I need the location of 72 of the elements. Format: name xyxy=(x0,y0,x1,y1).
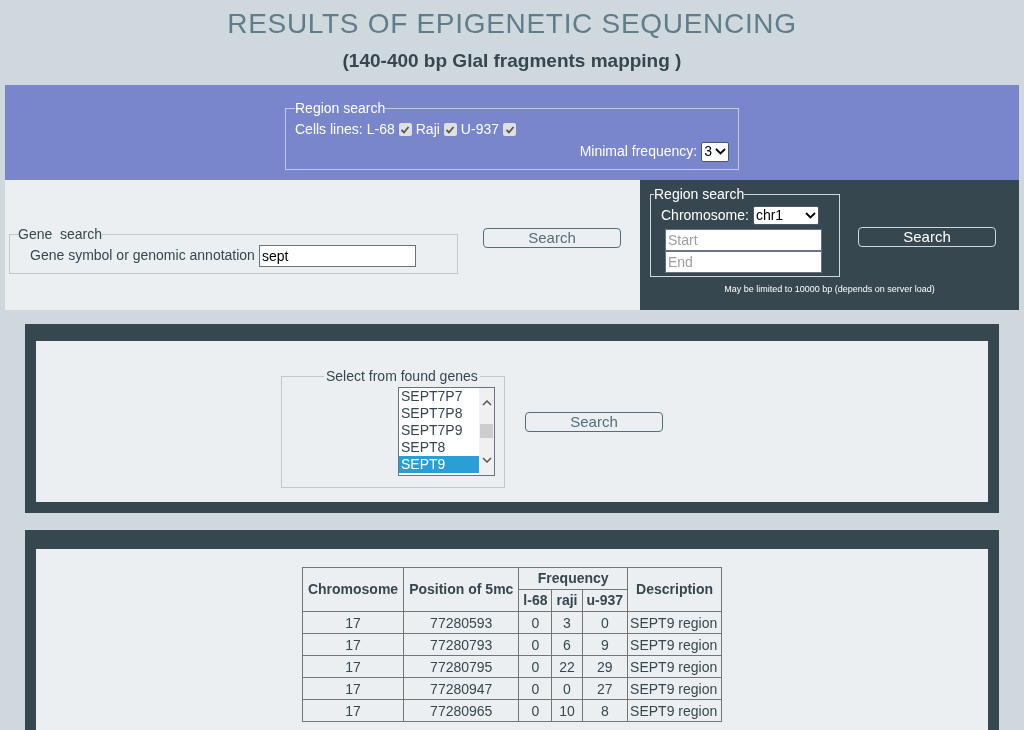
scroll-down-icon[interactable] xyxy=(481,456,492,463)
page-title: RESULTS OF EPIGENETIC SEQUENCING xyxy=(226,7,798,41)
group-legend: Gene search xyxy=(18,223,103,245)
checkbox[interactable] xyxy=(443,123,457,137)
gene-option[interactable]: SEPT7P9 xyxy=(399,421,479,439)
table-cell: 17 xyxy=(302,611,404,634)
table-cell: 77280947 xyxy=(403,677,519,700)
table-cell: 6 xyxy=(552,633,582,656)
cell-line-label: U-937 xyxy=(460,120,499,140)
table-cell: 0 xyxy=(518,611,552,634)
page-subtitle: (140-400 bp GlaI fragments mapping ) xyxy=(341,49,683,73)
table-cell: 8 xyxy=(582,699,628,722)
column-header: l-68 xyxy=(518,589,552,612)
search-button[interactable]: Search xyxy=(525,411,663,432)
table-cell: 0 xyxy=(518,677,552,700)
table-cell: 17 xyxy=(302,677,404,700)
field-label: Chromosome: xyxy=(661,205,749,225)
table-cell: 0 xyxy=(552,677,582,700)
column-header: Chromosome xyxy=(302,567,404,612)
table-cell: 17 xyxy=(302,699,404,722)
chromosome-select[interactable]: chr1 xyxy=(752,205,819,225)
scroll-up-icon[interactable] xyxy=(481,399,492,406)
search-button[interactable]: Search xyxy=(858,226,996,247)
gene-listbox[interactable]: SEPT7P7 SEPT7P8 SEPT7P9 SEPT8 SEPT9 xyxy=(398,386,495,476)
end-field[interactable]: End xyxy=(665,250,822,273)
table-cell: SEPT9 region xyxy=(627,677,722,700)
column-header: Description xyxy=(627,567,722,612)
field-label: Cells lines: xyxy=(295,120,363,140)
table-cell: 77280965 xyxy=(403,699,519,722)
table-cell: 17 xyxy=(302,655,404,678)
table-cell: SEPT9 region xyxy=(627,699,722,722)
table-cell: 9 xyxy=(582,633,628,656)
caret-icon xyxy=(804,211,816,219)
checkbox[interactable] xyxy=(398,123,412,137)
group-legend: Region search xyxy=(654,183,745,205)
checkbox[interactable] xyxy=(503,123,516,137)
group-legend: Select from found genes xyxy=(324,365,480,387)
search-button[interactable]: Search xyxy=(483,227,621,248)
column-header: Position of 5mc xyxy=(403,567,519,612)
table-cell: SEPT9 region xyxy=(627,655,722,678)
table-cell: 27 xyxy=(582,677,628,700)
field-label: Gene symbol or genomic annotation xyxy=(30,246,255,266)
field-label: Minimal frequency: xyxy=(579,142,698,162)
table-cell: 29 xyxy=(582,655,628,678)
frequency-select[interactable]: 3 xyxy=(701,141,729,162)
table-cell: SEPT9 region xyxy=(627,611,722,634)
column-header: raji xyxy=(552,589,582,612)
table-cell: 0 xyxy=(518,655,552,678)
scroll-thumb[interactable] xyxy=(480,424,493,439)
gene-option[interactable]: SEPT8 xyxy=(399,438,479,456)
table-cell: 0 xyxy=(582,611,628,634)
gene-option[interactable]: SEPT7P7 xyxy=(399,387,479,405)
table-cell: 17 xyxy=(302,633,404,656)
cell-line-label: Raji xyxy=(415,120,440,140)
caret-icon xyxy=(715,148,726,156)
limit-note: May be limited to 10000 bp (depends on server load) xyxy=(723,282,936,296)
table-cell: 10 xyxy=(552,699,582,722)
table-cell: 77280593 xyxy=(403,611,519,634)
cell-line-label: L-68 xyxy=(366,120,395,140)
start-field[interactable]: Start xyxy=(665,228,822,251)
table-cell: 77280795 xyxy=(403,655,519,678)
table-cell: SEPT9 region xyxy=(627,633,722,656)
table-cell: 22 xyxy=(552,655,582,678)
gene-input[interactable]: sept xyxy=(258,244,416,267)
table-cell: 0 xyxy=(518,699,552,722)
scrollbar[interactable] xyxy=(479,387,494,475)
table-cell: 3 xyxy=(552,611,582,634)
table-cell: 0 xyxy=(518,633,552,656)
gene-option[interactable]: SEPT7P8 xyxy=(399,404,479,422)
column-header: Frequency xyxy=(518,567,628,590)
table-cell: 77280793 xyxy=(403,633,519,656)
group-legend: Region search xyxy=(295,98,386,120)
